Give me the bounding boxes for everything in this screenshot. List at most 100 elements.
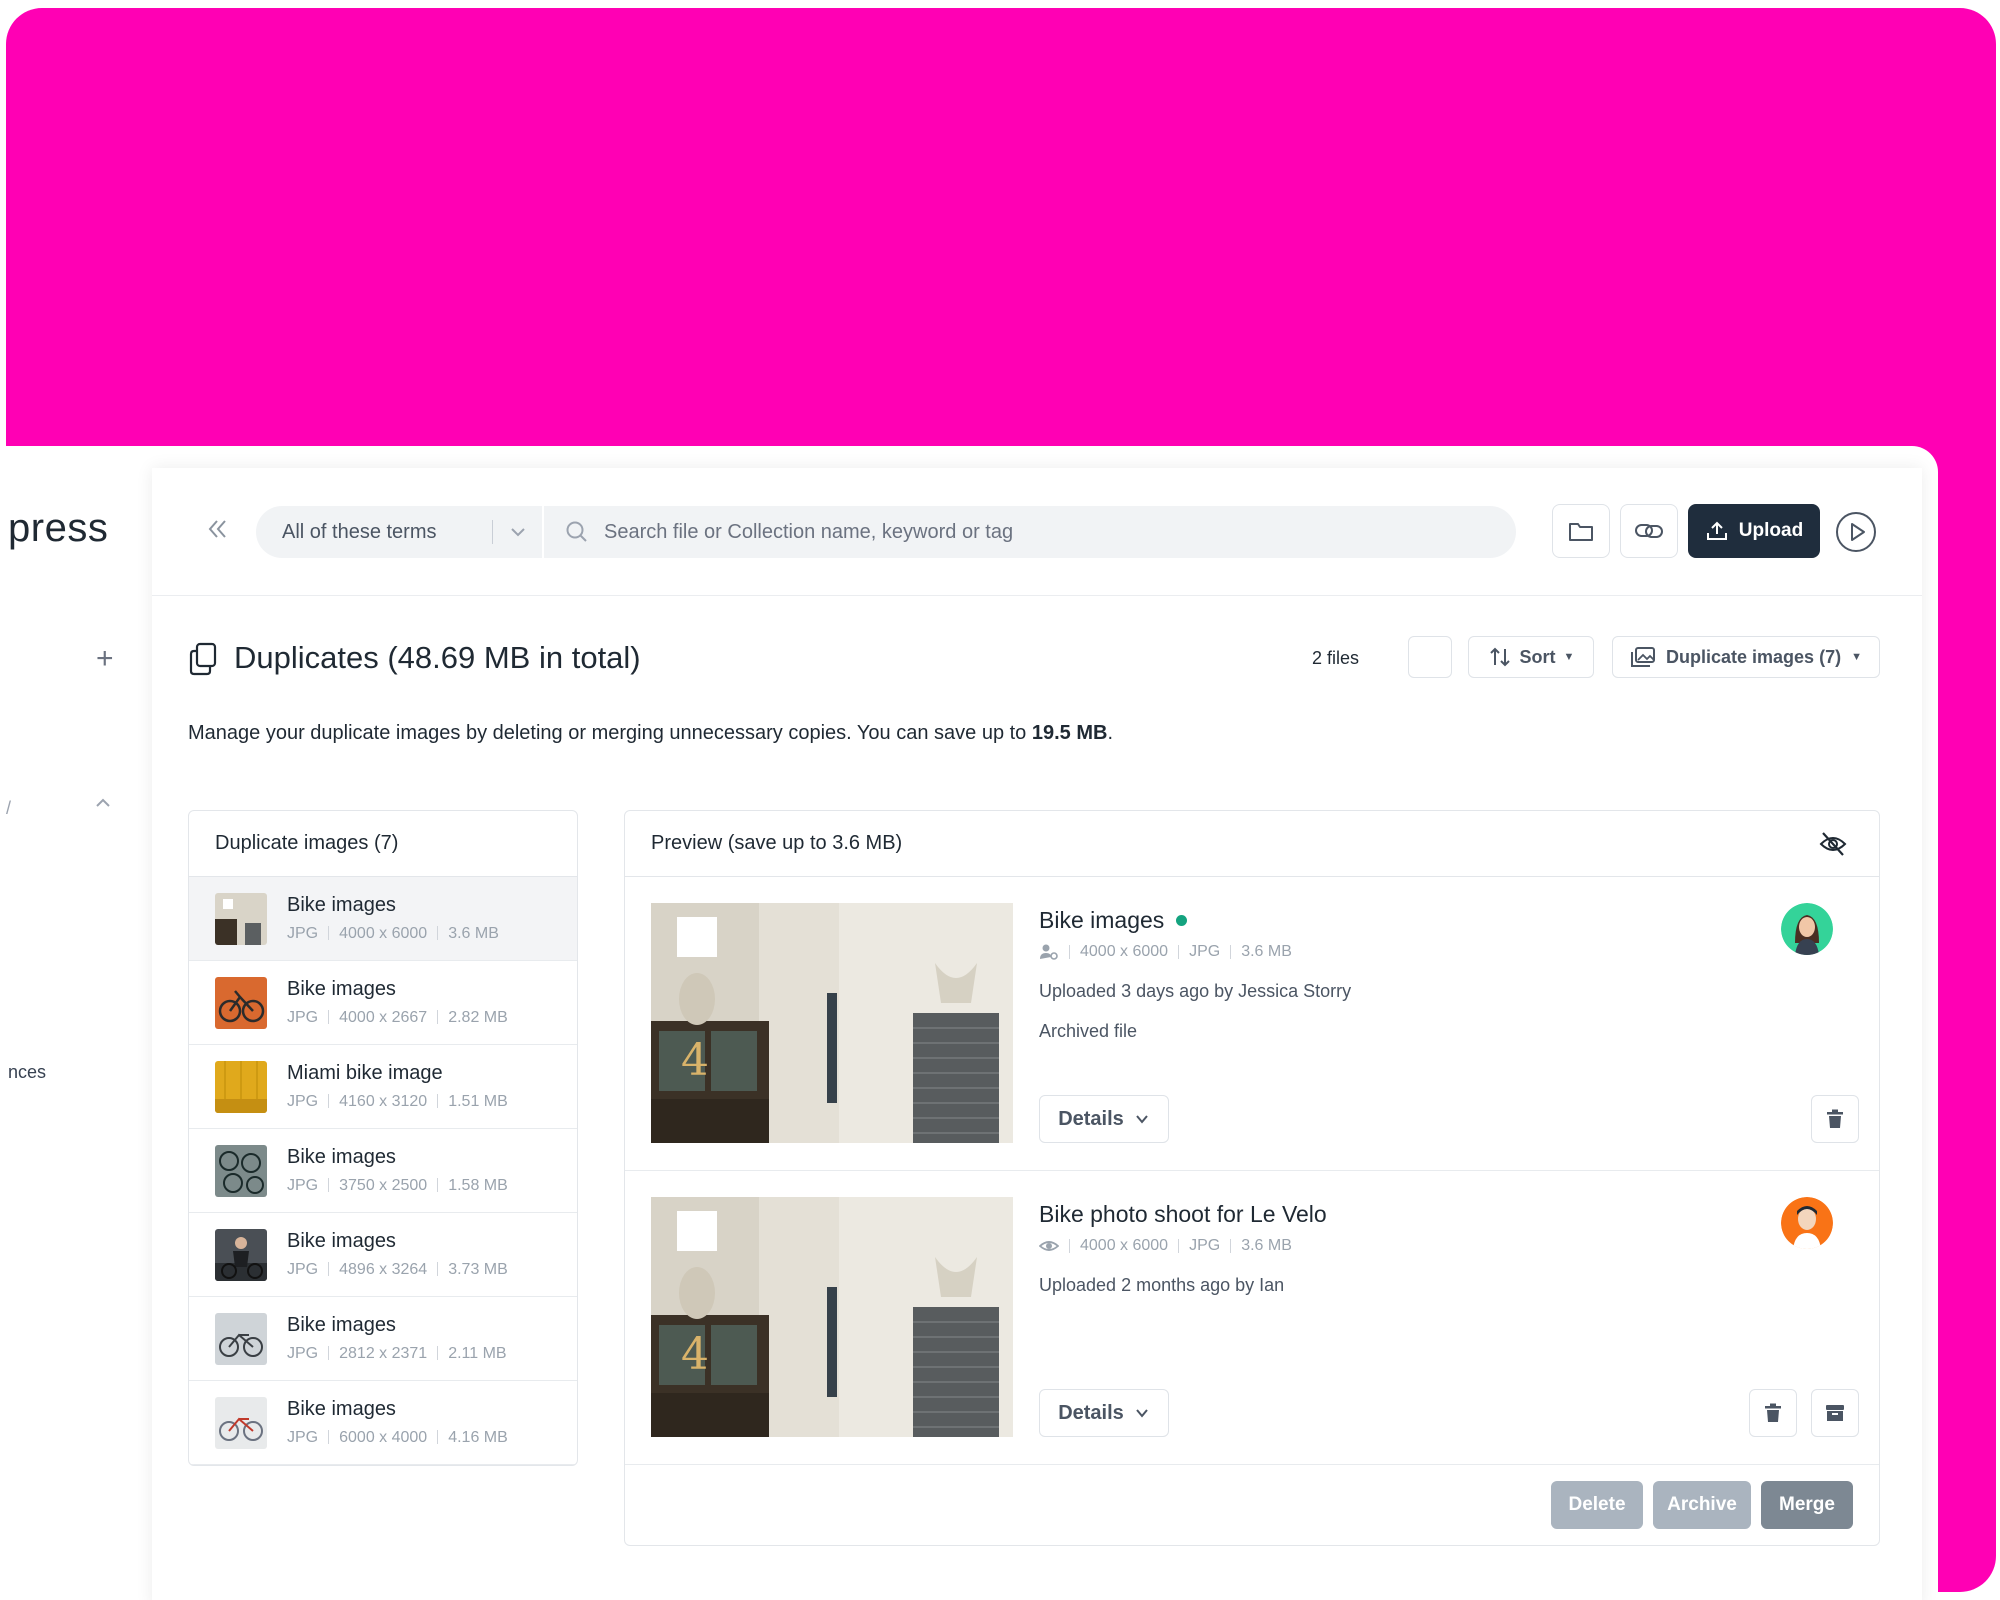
preview-file: 4 bbox=[625, 877, 1879, 1171]
files-count: 2 files bbox=[1312, 648, 1360, 668]
list-item-format: JPG bbox=[287, 925, 319, 942]
list-item-dims: 4000 x 6000 bbox=[339, 925, 428, 942]
details-button[interactable]: Details bbox=[1039, 1389, 1169, 1437]
link-button[interactable] bbox=[1620, 504, 1678, 558]
list-item[interactable]: Bike images JPG 6000 x 4000 4.16 MB bbox=[189, 1381, 577, 1465]
archive-button[interactable]: Archive bbox=[1653, 1481, 1751, 1529]
upload-button[interactable]: Upload bbox=[1688, 504, 1820, 558]
file-meta: 4000 x 6000 JPG 3.6 MB bbox=[1039, 1237, 1292, 1255]
description-suffix: . bbox=[1107, 722, 1114, 744]
search-mode-select[interactable]: All of these terms bbox=[282, 506, 437, 558]
search-icon bbox=[566, 521, 587, 542]
list-item-name: Bike images bbox=[287, 1146, 396, 1168]
play-button[interactable] bbox=[1834, 510, 1878, 554]
list-item-meta: JPG 6000 x 4000 4.16 MB bbox=[287, 1429, 508, 1447]
sort-label: Sort bbox=[1519, 646, 1556, 667]
preview-file: 4 bbox=[625, 1171, 1879, 1465]
delete-button[interactable]: Delete bbox=[1551, 1481, 1643, 1529]
images-icon bbox=[1631, 647, 1656, 667]
search-bar: All of these terms bbox=[256, 506, 1516, 558]
archive-icon bbox=[1826, 1405, 1844, 1421]
list-item-meta: JPG 4000 x 2667 2.82 MB bbox=[287, 1009, 508, 1027]
list-item-text: Bike images JPG 3750 x 2500 1.58 MB bbox=[287, 1146, 508, 1195]
merge-button[interactable]: Merge bbox=[1761, 1481, 1853, 1529]
chevron-up-icon[interactable] bbox=[92, 792, 114, 814]
separator bbox=[328, 1094, 330, 1108]
duplicate-list-title: Duplicate images (7) bbox=[189, 811, 577, 877]
thumbnail-image bbox=[215, 1312, 267, 1365]
separator bbox=[1230, 1239, 1232, 1253]
list-item-meta: JPG 4000 x 6000 3.6 MB bbox=[287, 925, 499, 943]
avatar[interactable] bbox=[1781, 903, 1833, 955]
file-dims: 4000 x 6000 bbox=[1080, 1237, 1169, 1254]
list-item[interactable]: Bike images JPG 3750 x 2500 1.58 MB bbox=[189, 1129, 577, 1213]
list-item-dims: 3750 x 2500 bbox=[339, 1177, 428, 1194]
chevron-down-icon[interactable] bbox=[506, 520, 530, 544]
brand-logo[interactable]: press bbox=[8, 506, 108, 551]
file-format: JPG bbox=[1189, 1237, 1221, 1254]
list-item-name: Miami bike image bbox=[287, 1062, 443, 1084]
list-item-size: 3.73 MB bbox=[448, 1261, 508, 1278]
list-item-dims: 4896 x 3264 bbox=[339, 1261, 428, 1278]
details-button[interactable]: Details bbox=[1039, 1095, 1169, 1143]
collapse-sidebar-button[interactable] bbox=[200, 512, 234, 546]
avatar[interactable] bbox=[1781, 1197, 1833, 1249]
list-item-text: Bike images JPG 6000 x 4000 4.16 MB bbox=[287, 1398, 508, 1447]
folder-icon bbox=[1569, 523, 1593, 541]
search-input[interactable] bbox=[604, 506, 1484, 558]
list-item[interactable]: Bike images JPG 4000 x 6000 3.6 MB bbox=[189, 877, 577, 961]
add-icon[interactable]: + bbox=[96, 644, 114, 674]
delete-file-button[interactable] bbox=[1811, 1095, 1859, 1143]
file-dims: 4000 x 6000 bbox=[1080, 943, 1169, 960]
archive-file-button[interactable] bbox=[1811, 1389, 1859, 1437]
list-item-name: Bike images bbox=[287, 1230, 396, 1252]
svg-text:4: 4 bbox=[681, 1329, 709, 1380]
file-format: JPG bbox=[1189, 943, 1221, 960]
list-item[interactable]: Miami bike image JPG 4160 x 3120 1.51 MB bbox=[189, 1045, 577, 1129]
separator bbox=[437, 1094, 439, 1108]
user-settings-icon bbox=[1040, 944, 1058, 960]
separator bbox=[1178, 1239, 1180, 1253]
separator bbox=[437, 1346, 439, 1360]
main-panel: All of these terms Search file or Collec… bbox=[152, 468, 1922, 1600]
list-item-size: 1.58 MB bbox=[448, 1177, 508, 1194]
list-item-name: Bike images bbox=[287, 894, 396, 916]
list-item[interactable]: Bike images JPG 2812 x 2371 2.11 MB bbox=[189, 1297, 577, 1381]
list-item-size: 3.6 MB bbox=[448, 925, 499, 942]
sidebar-item[interactable]: nces bbox=[8, 1062, 46, 1083]
list-item-meta: JPG 4896 x 3264 3.73 MB bbox=[287, 1261, 508, 1279]
folder-button[interactable] bbox=[1552, 504, 1610, 558]
select-all-checkbox[interactable] bbox=[1408, 636, 1452, 678]
svg-text:4: 4 bbox=[681, 1035, 709, 1086]
file-meta: 4000 x 6000 JPG 3.6 MB bbox=[1039, 943, 1292, 961]
file-image[interactable]: 4 bbox=[651, 1197, 1013, 1437]
separator bbox=[328, 1346, 330, 1360]
eye-off-icon[interactable] bbox=[1819, 831, 1847, 857]
upload-icon bbox=[1706, 521, 1727, 540]
list-item-size: 1.51 MB bbox=[448, 1093, 508, 1110]
list-item-format: JPG bbox=[287, 1009, 319, 1026]
separator bbox=[437, 1178, 439, 1192]
list-item[interactable]: Bike images JPG 4896 x 3264 3.73 MB bbox=[189, 1213, 577, 1297]
duplicate-images-filter[interactable]: Duplicate images (7) ▼ bbox=[1612, 636, 1880, 678]
separator bbox=[1069, 945, 1070, 959]
file-name[interactable]: Bike images bbox=[1039, 907, 1164, 934]
file-name[interactable]: Bike photo shoot for Le Velo bbox=[1039, 1201, 1327, 1228]
separator bbox=[1069, 1239, 1070, 1253]
preview-header: Preview (save up to 3.6 MB) bbox=[625, 811, 1879, 877]
separator bbox=[328, 1262, 330, 1276]
caret-down-icon: ▼ bbox=[1563, 651, 1575, 663]
list-item-text: Miami bike image JPG 4160 x 3120 1.51 MB bbox=[287, 1062, 508, 1111]
separator bbox=[437, 1430, 439, 1444]
upload-label: Upload bbox=[1738, 520, 1804, 541]
play-circle-icon bbox=[1836, 512, 1876, 552]
separator bbox=[1178, 945, 1180, 959]
archived-status: Archived file bbox=[1039, 1021, 1138, 1041]
sort-button[interactable]: Sort ▼ bbox=[1468, 636, 1594, 678]
file-image[interactable]: 4 bbox=[651, 903, 1013, 1143]
thumbnail-image bbox=[215, 1144, 267, 1197]
list-item[interactable]: Bike images JPG 4000 x 2667 2.82 MB bbox=[189, 961, 577, 1045]
delete-file-button[interactable] bbox=[1749, 1389, 1797, 1437]
separator bbox=[328, 926, 330, 940]
link-icon bbox=[1635, 524, 1663, 538]
